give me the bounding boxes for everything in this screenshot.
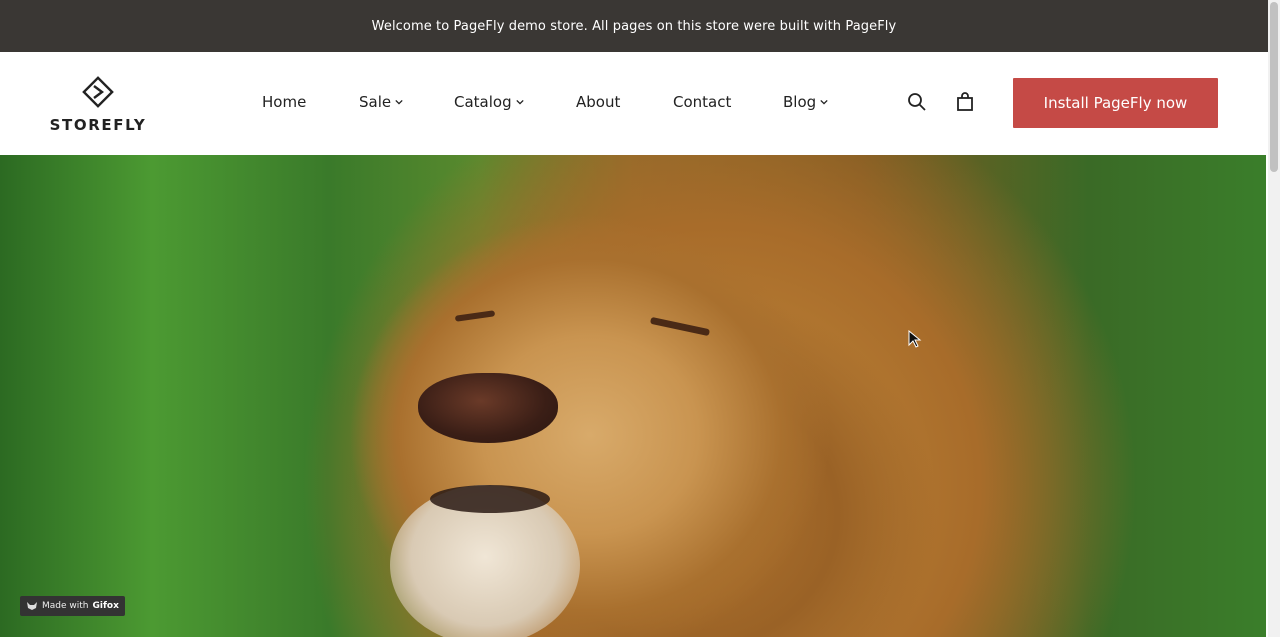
nav-blog[interactable]: Blog — [783, 93, 828, 111]
nav-catalog[interactable]: Catalog — [454, 93, 524, 111]
logo-text: STOREFLY — [49, 116, 147, 134]
nav-blog-label: Blog — [783, 93, 817, 111]
gifox-badge: Made with Gifox — [20, 596, 125, 616]
search-icon[interactable] — [907, 92, 927, 112]
install-pagefly-label: Install PageFly now — [1043, 94, 1188, 112]
install-pagefly-button[interactable]: Install PageFly now — [1013, 78, 1218, 128]
nav-about-label: About — [576, 93, 621, 111]
nav-catalog-label: Catalog — [454, 93, 512, 111]
lion-mouth — [430, 485, 550, 513]
hero-image — [0, 155, 1266, 637]
chevron-down-icon — [395, 99, 403, 105]
chevron-down-icon — [820, 99, 828, 105]
announcement-text: Welcome to PageFly demo store. All pages… — [371, 18, 897, 34]
nav-contact[interactable]: Contact — [673, 93, 731, 111]
mouse-cursor-icon — [908, 330, 922, 348]
chevron-down-icon — [515, 99, 524, 105]
lion-nose — [418, 373, 558, 443]
gifox-brand: Gifox — [92, 601, 119, 611]
nav-sale-label: Sale — [359, 93, 392, 111]
logo[interactable]: STOREFLY — [47, 74, 149, 134]
site-header: STOREFLY Home Sale Catalog About Contact… — [0, 52, 1268, 155]
nav-sale[interactable]: Sale — [359, 93, 403, 111]
gifox-prefix: Made with — [42, 601, 89, 611]
nav-about[interactable]: About — [576, 93, 620, 111]
storefly-logo-icon — [82, 76, 114, 108]
nav-contact-label: Contact — [673, 93, 732, 111]
announcement-bar: Welcome to PageFly demo store. All pages… — [0, 0, 1268, 52]
cart-icon[interactable] — [955, 92, 975, 112]
scrollbar-thumb[interactable] — [1270, 2, 1278, 172]
gifox-fox-icon — [27, 602, 37, 610]
nav-home-label: Home — [262, 93, 307, 111]
nav-home[interactable]: Home — [262, 93, 306, 111]
